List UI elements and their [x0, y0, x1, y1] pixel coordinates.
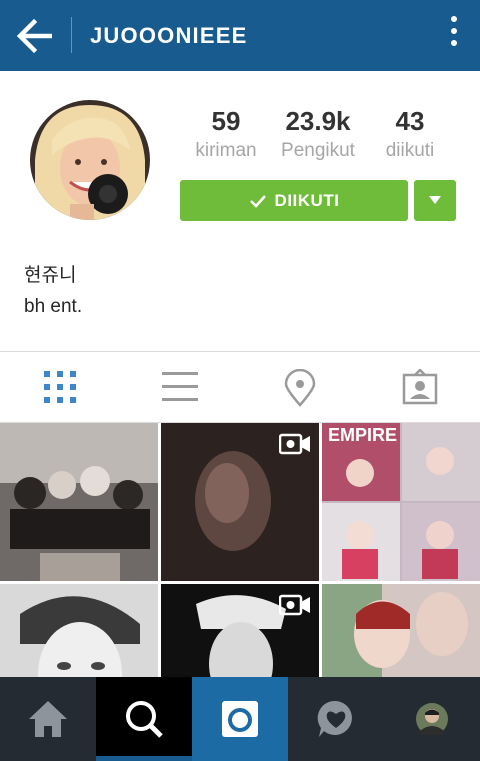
video-camera-icon	[279, 594, 310, 616]
bottom-navigation	[0, 677, 480, 761]
posts-count: 59	[211, 106, 241, 136]
nav-camera[interactable]	[192, 677, 288, 761]
grid-icon	[44, 371, 76, 403]
suggestions-dropdown-button[interactable]	[414, 180, 456, 221]
activity-heart-icon	[317, 700, 352, 737]
profile-avatar	[416, 703, 448, 735]
nav-profile[interactable]	[384, 677, 480, 761]
tab-list[interactable]	[120, 352, 240, 422]
post-thumbnail[interactable]	[0, 423, 158, 581]
post-thumbnail-video[interactable]	[161, 584, 319, 679]
triangle-down-icon	[429, 196, 441, 204]
post-thumbnail-video[interactable]	[161, 423, 319, 581]
nav-search[interactable]	[96, 677, 192, 761]
profile-username: JUOOONIEEE	[90, 23, 248, 48]
nav-activity[interactable]	[288, 677, 384, 761]
tagged-person-icon	[402, 369, 438, 405]
bio-text: bh ent.	[24, 296, 83, 317]
following-label: diikuti	[385, 140, 435, 161]
following-button-label: DIIKUTI	[274, 190, 340, 210]
tab-grid[interactable]	[0, 352, 120, 422]
posts-grid: EMPIRE	[0, 423, 480, 679]
profile-view-tabs	[0, 352, 480, 422]
header-divider	[71, 17, 72, 53]
bio-full-name: 현쥬니	[24, 265, 77, 286]
more-options-icon[interactable]	[446, 16, 462, 54]
posts-label: kiriman	[195, 140, 257, 161]
followers-count: 23.9k	[285, 106, 351, 136]
camera-icon	[222, 701, 258, 737]
app-header: JUOOONIEEE	[0, 0, 480, 71]
nav-home[interactable]	[0, 677, 96, 761]
list-icon	[162, 372, 198, 401]
video-camera-icon	[279, 433, 310, 455]
checkmark-icon	[249, 194, 266, 208]
home-icon	[29, 701, 67, 737]
location-pin-icon	[284, 369, 316, 407]
tab-locations[interactable]	[240, 352, 360, 422]
post-thumbnail[interactable]: EMPIRE	[322, 423, 480, 581]
following-stat[interactable]: 43 diikuti	[360, 106, 460, 166]
posts-stat[interactable]: 59 kiriman	[176, 106, 276, 166]
followers-stat[interactable]: 23.9k Pengikut	[268, 106, 368, 166]
post-thumbnail[interactable]	[322, 584, 480, 679]
svg-text:EMPIRE: EMPIRE	[328, 425, 397, 445]
back-arrow-icon[interactable]	[12, 17, 58, 55]
following-count: 43	[395, 106, 425, 136]
tab-tagged[interactable]	[360, 352, 480, 422]
followers-label: Pengikut	[281, 140, 355, 161]
post-thumbnail[interactable]	[0, 584, 158, 679]
following-button[interactable]: DIIKUTI	[180, 180, 408, 221]
search-icon	[126, 701, 163, 738]
profile-avatar	[30, 100, 150, 220]
